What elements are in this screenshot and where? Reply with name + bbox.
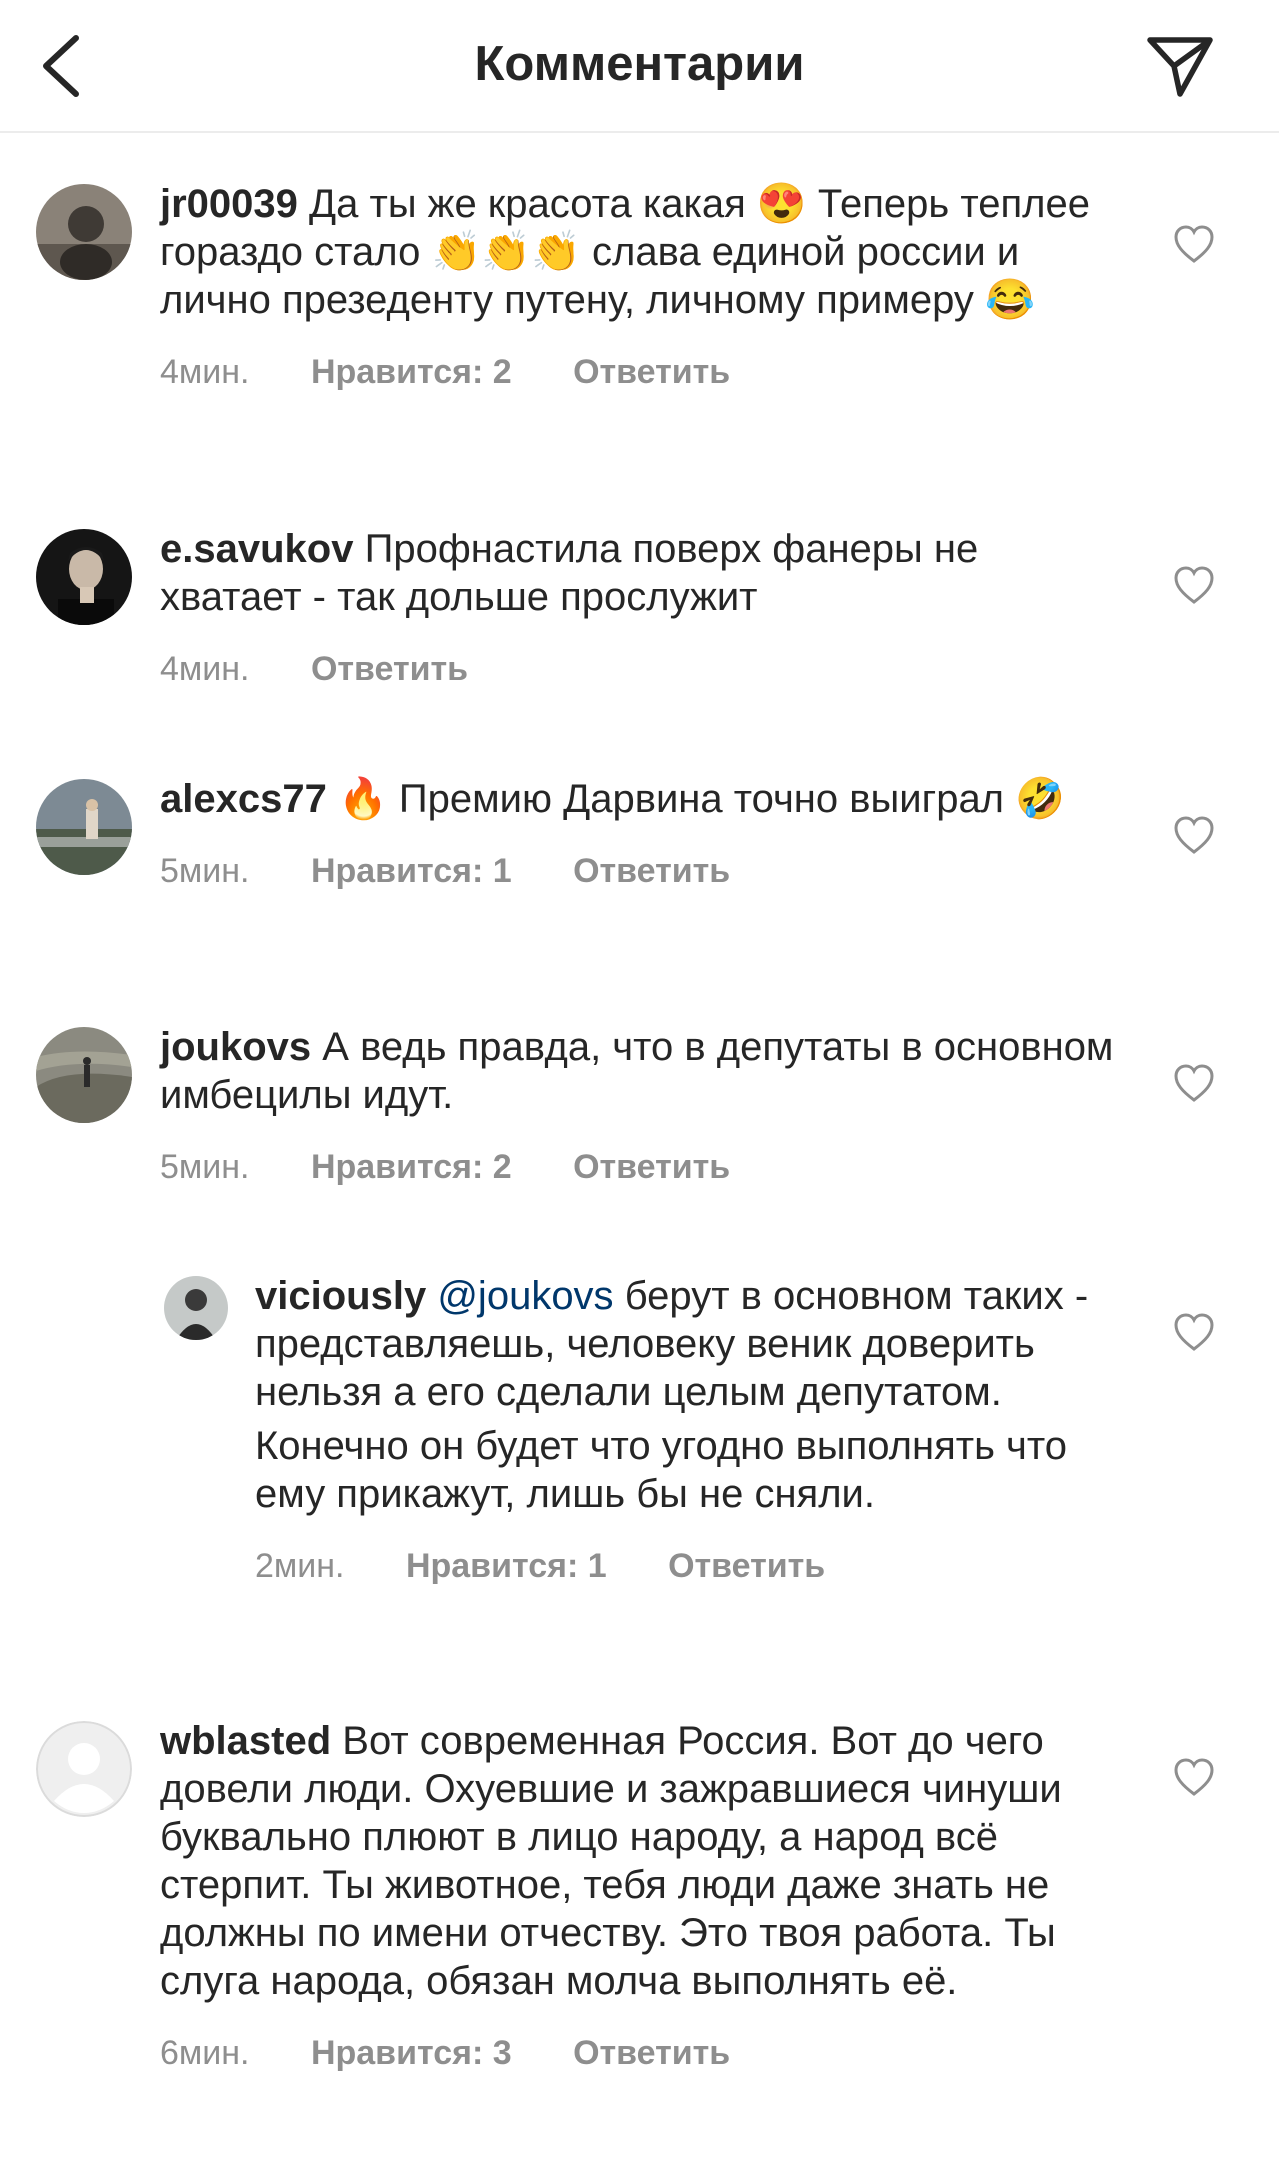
clapping-hands-emoji-icon: 👏👏👏	[431, 230, 581, 274]
back-button[interactable]	[30, 28, 100, 104]
reply-button[interactable]: Ответить	[573, 350, 730, 394]
comment-username[interactable]: wblasted	[160, 1719, 331, 1763]
comment-time: 6мин.	[160, 2034, 250, 2072]
avatar[interactable]	[36, 184, 132, 280]
comment-username[interactable]: alexcs77	[160, 777, 327, 821]
comment-meta: 5мин. Нравится: 1 Ответить	[160, 849, 1120, 893]
likes-count[interactable]: Нравится: 1	[406, 1544, 607, 1588]
fire-emoji-icon: 🔥	[337, 777, 388, 821]
avatar[interactable]	[36, 1027, 132, 1123]
comment-time: 4мин.	[160, 353, 250, 391]
likes-count[interactable]: Нравится: 1	[311, 849, 512, 893]
heart-outline-icon[interactable]	[1172, 1757, 1216, 1797]
comment-meta: 4мин. Ответить	[160, 647, 1120, 691]
avatar[interactable]	[164, 1276, 228, 1340]
heart-outline-icon[interactable]	[1172, 224, 1216, 264]
reply-button[interactable]: Ответить	[311, 647, 468, 691]
avatar[interactable]	[36, 1721, 132, 1817]
mention-link[interactable]: @joukovs	[437, 1274, 613, 1318]
heart-outline-icon[interactable]	[1172, 815, 1216, 855]
comment-time: 2мин.	[255, 1547, 345, 1585]
comment-meta: 6мин. Нравится: 3 Ответить	[160, 2031, 1120, 2075]
reply-button[interactable]: Ответить	[573, 849, 730, 893]
share-button[interactable]	[1140, 28, 1220, 104]
comment-meta: 2мин. Нравится: 1 Ответить	[255, 1544, 1135, 1588]
comment-time: 4мин.	[160, 650, 250, 688]
reply-button[interactable]: Ответить	[573, 1145, 730, 1189]
paper-plane-icon	[1147, 37, 1213, 97]
comment-username[interactable]: jr00039	[160, 182, 298, 226]
rolling-laughing-emoji-icon: 🤣	[1015, 777, 1065, 821]
comment-username[interactable]: viciously	[255, 1274, 426, 1318]
avatar[interactable]	[36, 529, 132, 625]
page-title: Комментарии	[474, 37, 805, 91]
tears-of-joy-emoji-icon: 😂	[985, 278, 1035, 322]
header-bar: Комментарии	[0, 0, 1279, 133]
reply-button[interactable]: Ответить	[668, 1544, 825, 1588]
heart-outline-icon[interactable]	[1172, 1312, 1216, 1352]
avatar[interactable]	[36, 779, 132, 875]
likes-count[interactable]: Нравится: 3	[311, 2031, 512, 2075]
comment-meta: 4мин. Нравится: 2 Ответить	[160, 350, 1120, 394]
comment-username[interactable]: e.savukov	[160, 527, 353, 571]
likes-count[interactable]: Нравится: 2	[311, 350, 512, 394]
comment-time: 5мин.	[160, 852, 250, 890]
comment-time: 5мин.	[160, 1148, 250, 1186]
comment-text: Премию Дарвина точно выиграл	[398, 777, 1005, 821]
heart-outline-icon[interactable]	[1172, 1063, 1216, 1103]
reply-button[interactable]: Ответить	[573, 2031, 730, 2075]
heart-outline-icon[interactable]	[1172, 565, 1216, 605]
comment-username[interactable]: joukovs	[160, 1025, 311, 1069]
comment-text: Конечно он будет что угодно выполнять чт…	[255, 1424, 1067, 1516]
comment-text: Да ты же красота какая	[309, 182, 746, 226]
likes-count[interactable]: Нравится: 2	[311, 1145, 512, 1189]
comment-meta: 5мин. Нравится: 2 Ответить	[160, 1145, 1120, 1189]
chevron-left-icon	[43, 35, 79, 97]
heart-eyes-emoji-icon: 😍	[756, 182, 807, 226]
